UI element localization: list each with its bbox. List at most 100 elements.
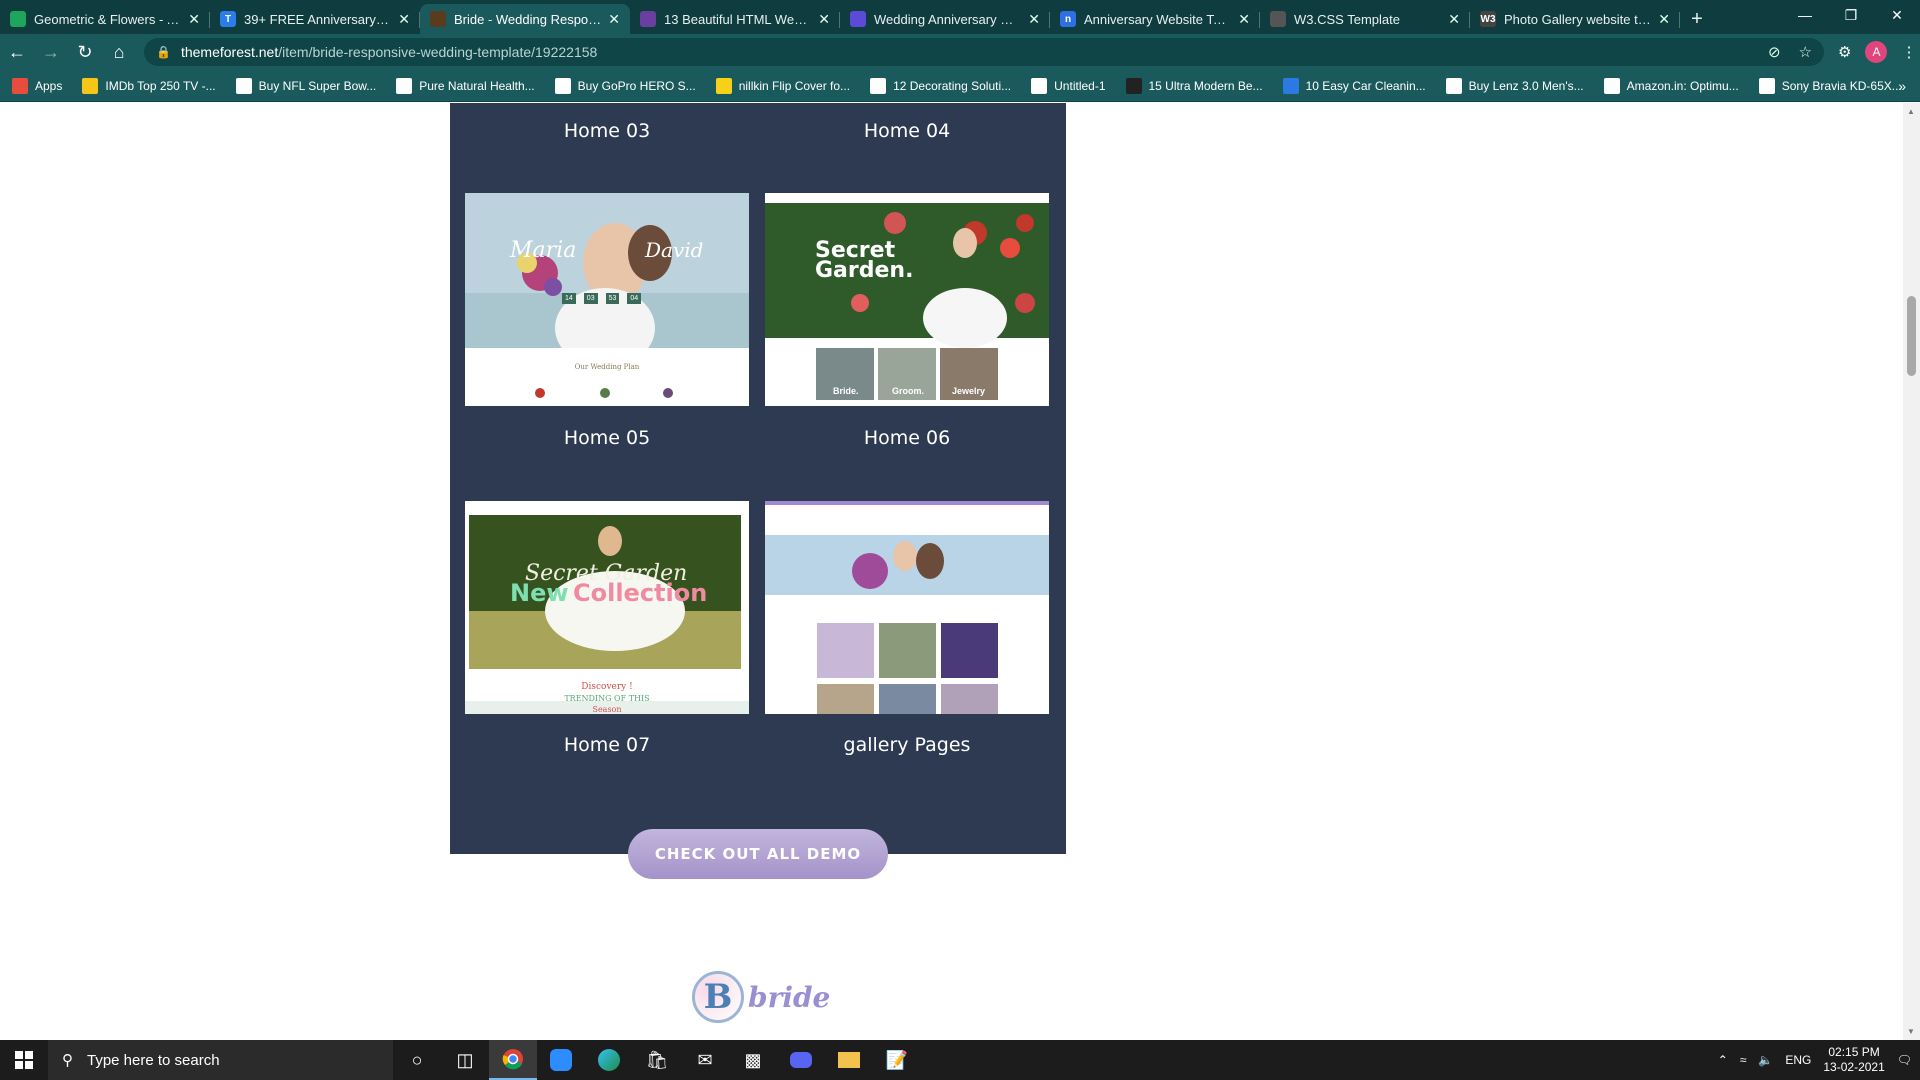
browser-tab[interactable]: Wedding Anniversary Webs ✕ <box>840 4 1050 34</box>
amazon-icon <box>396 77 413 94</box>
store-taskbar-icon[interactable]: 🛍 <box>633 1040 681 1080</box>
notepad-taskbar-icon[interactable]: 📝 <box>873 1040 921 1080</box>
notifications-icon[interactable]: 🗨 <box>1897 1053 1912 1067</box>
browser-tab[interactable]: Geometric & Flowers - Anni ✕ <box>0 4 210 34</box>
bookmark-item[interactable]: nillkin Flip Cover fo... <box>715 77 850 94</box>
tab-title: Geometric & Flowers - Anni <box>34 11 183 27</box>
browser-tab[interactable]: W3.CSS Template ✕ <box>1260 4 1470 34</box>
new-tab-button[interactable]: + <box>1680 4 1714 34</box>
close-window-button[interactable]: ✕ <box>1874 0 1920 30</box>
volume-icon[interactable]: 🔈 <box>1758 1053 1773 1067</box>
demo-label-home-04[interactable]: Home 04 <box>765 120 1049 142</box>
demo-thumbnail-home-06[interactable]: Secret Garden. Bride. Groom. Jewelry <box>765 193 1049 406</box>
menu-kebab-icon[interactable]: ⋮ <box>1901 43 1916 61</box>
tab-close-icon[interactable]: ✕ <box>608 11 620 28</box>
bookmark-item[interactable]: 12 Decorating Soluti... <box>870 77 1011 94</box>
task-view-icon[interactable]: ◫ <box>441 1040 489 1080</box>
bookmark-item[interactable]: Amazon.in: Optimu... <box>1603 77 1739 94</box>
network-icon[interactable]: ≈ <box>1740 1053 1747 1067</box>
scroll-up-icon[interactable]: ▲ <box>1907 107 1915 116</box>
profile-avatar[interactable]: A <box>1865 41 1888 63</box>
check-out-all-demo-button[interactable]: CHECK OUT ALL DEMO <box>628 829 888 879</box>
language-indicator[interactable]: ENG <box>1785 1053 1811 1067</box>
demo-label-home-07[interactable]: Home 07 <box>465 734 749 756</box>
start-button[interactable] <box>0 1040 48 1080</box>
bookmark-item[interactable]: Pure Natural Health... <box>396 77 535 94</box>
bookmark-item[interactable]: IMDb Top 250 TV -... <box>82 77 216 94</box>
restore-button[interactable]: ❐ <box>1828 0 1874 30</box>
address-bar[interactable]: 🔒 themeforest.net/item/bride-responsive-… <box>144 38 1824 66</box>
chrome-taskbar-icon[interactable] <box>489 1040 537 1080</box>
bookmark-item[interactable]: Apps <box>12 77 62 94</box>
demo-label-home-05[interactable]: Home 05 <box>465 427 749 449</box>
browser-tab[interactable]: n Anniversary Website Templ ✕ <box>1050 4 1260 34</box>
bookmark-star-icon[interactable]: ☆ <box>1799 43 1812 61</box>
edge-icon <box>598 1049 620 1071</box>
home-05-name-b: David <box>645 238 704 262</box>
tab-close-icon[interactable]: ✕ <box>1028 11 1040 28</box>
browser-tab[interactable]: W3 Photo Gallery website temp ✕ <box>1470 4 1680 34</box>
browser-tab[interactable]: 13 Beautiful HTML Wedding ✕ <box>630 4 840 34</box>
demo-label-home-06[interactable]: Home 06 <box>765 427 1049 449</box>
tab-close-icon[interactable]: ✕ <box>1448 11 1460 28</box>
demo-label-home-03[interactable]: Home 03 <box>465 120 749 142</box>
scrollbar-thumb[interactable] <box>1907 296 1916 376</box>
taskbar-clock[interactable]: 02:15 PM 13-02-2021 <box>1823 1045 1884 1075</box>
zoom-taskbar-icon[interactable] <box>537 1040 585 1080</box>
tab-close-icon[interactable]: ✕ <box>818 11 830 28</box>
back-button[interactable]: ← <box>0 35 34 69</box>
home-06-card-groom: Groom. <box>892 386 925 396</box>
home-06-headline: Secret Garden. <box>815 238 914 283</box>
page-scrollbar[interactable]: ▲ ▼ <box>1903 103 1920 1040</box>
bookmark-item[interactable]: 10 Easy Car Cleanin... <box>1282 77 1426 94</box>
cortana-icon[interactable]: ○ <box>393 1040 441 1080</box>
demo-thumbnail-home-07[interactable]: Secret Garden New Collection Discovery !… <box>465 501 749 714</box>
bookmark-item[interactable]: Sony Bravia KD-65X... <box>1758 77 1902 94</box>
bookmark-label: 15 Ultra Modern Be... <box>1148 78 1263 93</box>
tray-chevron-icon[interactable]: ⌃ <box>1718 1053 1728 1067</box>
bookmark-label: 10 Easy Car Cleanin... <box>1305 78 1426 93</box>
tab-favicon-icon <box>850 11 866 27</box>
taskbar-search[interactable]: ⚲ Type here to search <box>48 1040 393 1080</box>
home-07-headline-a: New <box>510 579 569 607</box>
page-icon <box>1125 77 1142 94</box>
minimize-button[interactable]: — <box>1782 0 1828 30</box>
forward-button[interactable]: → <box>34 35 68 69</box>
browser-tab[interactable]: Bride - Wedding Responsive ✕ <box>420 4 630 34</box>
home-button[interactable]: ⌂ <box>102 35 136 69</box>
tab-close-icon[interactable]: ✕ <box>1658 11 1670 28</box>
tracking-blocked-icon[interactable]: ⊘ <box>1768 43 1781 61</box>
tab-close-icon[interactable]: ✕ <box>188 11 200 28</box>
tab-strip: Geometric & Flowers - Anni ✕ T 39+ FREE Ann… <box>0 0 1920 34</box>
edge-taskbar-icon[interactable] <box>585 1040 633 1080</box>
home-05-caption: Our Wedding Plan <box>574 363 640 371</box>
home-05-name-a: Maria <box>510 238 577 263</box>
more-bookmarks-icon[interactable]: » <box>1898 78 1906 94</box>
bookmark-item[interactable]: 15 Ultra Modern Be... <box>1125 77 1263 94</box>
bookmark-item[interactable]: Buy Lenz 3.0 Men's... <box>1445 77 1584 94</box>
extensions-icon[interactable]: ⚙ <box>1838 43 1851 61</box>
globe-icon <box>870 77 887 94</box>
scroll-down-icon[interactable]: ▼ <box>1907 1027 1915 1036</box>
search-icon: ⚲ <box>62 1052 73 1069</box>
tab-close-icon[interactable]: ✕ <box>1238 11 1250 28</box>
bride-logo[interactable]: B bride <box>692 971 830 1023</box>
bookmark-item[interactable]: Untitled-1 <box>1031 77 1106 94</box>
bookmark-item[interactable]: Buy GoPro HERO S... <box>554 77 696 94</box>
tab-title: W3.CSS Template <box>1294 11 1400 27</box>
reload-button[interactable]: ↻ <box>68 35 102 69</box>
demo-thumbnail-home-05[interactable]: Maria David 14 03 53 04 Our Wedding Plan <box>465 193 749 406</box>
bookmark-label: Amazon.in: Optimu... <box>1626 78 1739 93</box>
file-explorer-taskbar-icon[interactable] <box>825 1040 873 1080</box>
mail-taskbar-icon[interactable]: ✉ <box>681 1040 729 1080</box>
demo-label-gallery-pages[interactable]: gallery Pages <box>765 734 1049 756</box>
tab-title: Bride - Wedding Responsive <box>454 11 603 27</box>
app-taskbar-icon[interactable]: ▩ <box>729 1040 777 1080</box>
discord-taskbar-icon[interactable] <box>777 1040 825 1080</box>
tab-close-icon[interactable]: ✕ <box>398 11 410 28</box>
bookmark-label: Pure Natural Health... <box>419 78 535 93</box>
demo-thumbnail-gallery-pages[interactable] <box>765 501 1049 714</box>
browser-tab[interactable]: T 39+ FREE Anniversary Invita ✕ <box>210 4 420 34</box>
folder-icon <box>838 1052 860 1068</box>
bookmark-item[interactable]: Buy NFL Super Bow... <box>235 77 376 94</box>
